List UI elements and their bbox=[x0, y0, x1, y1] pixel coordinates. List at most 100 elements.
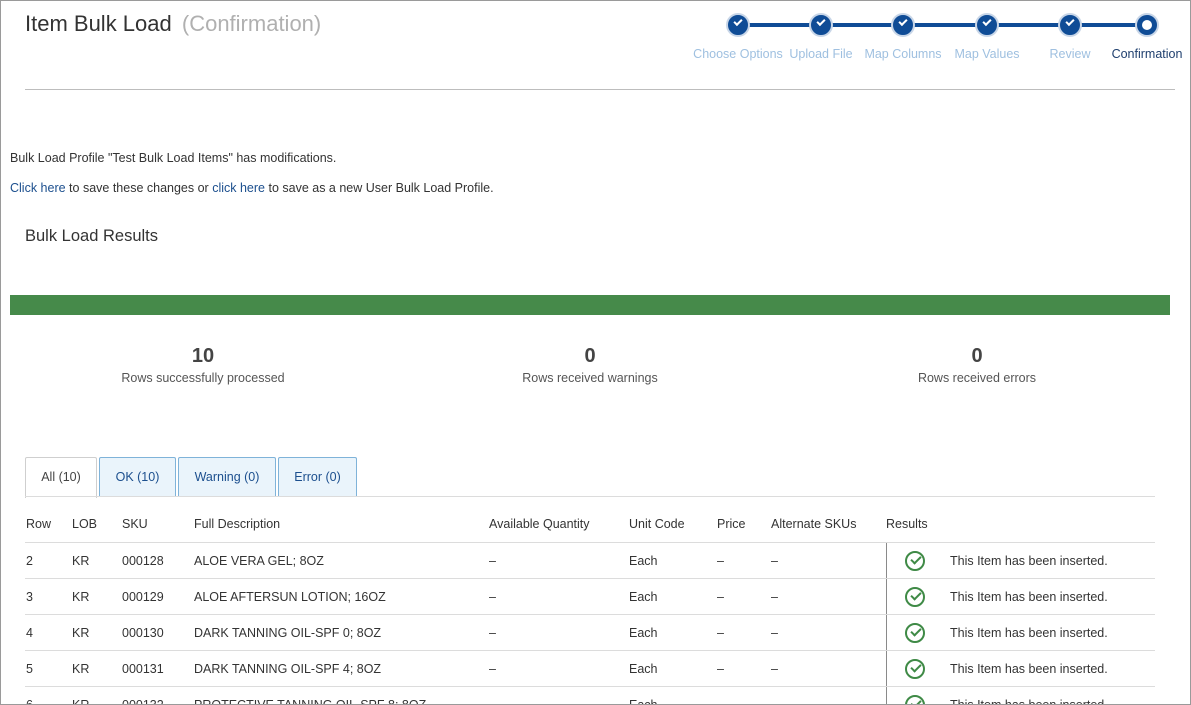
step-check-icon bbox=[975, 13, 999, 37]
cell-result-icon bbox=[886, 651, 941, 686]
column-header-row[interactable]: Row bbox=[26, 509, 51, 542]
step-current-icon bbox=[1135, 13, 1159, 37]
cell-result-icon bbox=[886, 615, 941, 650]
cell-price: – bbox=[717, 590, 724, 604]
cell-sku: 000130 bbox=[122, 626, 164, 640]
cell-alternate-skus: – bbox=[771, 554, 778, 568]
check-circle-icon bbox=[905, 695, 925, 704]
cell-price: – bbox=[717, 698, 724, 705]
cell-unit-code: Each bbox=[629, 698, 658, 705]
column-header-alternate-skus[interactable]: Alternate SKUs bbox=[771, 509, 856, 542]
cell-quantity: – bbox=[489, 662, 496, 676]
save-changes-link[interactable]: Click here bbox=[10, 181, 66, 195]
stat-caption: Rows received errors bbox=[917, 371, 1037, 385]
results-progress-bar bbox=[10, 295, 1170, 315]
progress-fill bbox=[10, 295, 1170, 315]
cell-row: 5 bbox=[26, 662, 33, 676]
cell-row: 3 bbox=[26, 590, 33, 604]
step-check-icon bbox=[809, 13, 833, 37]
cell-result-message: This Item has been inserted. bbox=[950, 662, 1108, 676]
stat-value: 0 bbox=[584, 345, 596, 367]
cell-alternate-skus: – bbox=[771, 698, 778, 705]
step-label: Map Values bbox=[954, 47, 1020, 61]
tabs-baseline bbox=[25, 496, 1155, 497]
save-profile-notice: Click here to save these changes or clic… bbox=[10, 181, 494, 195]
cell-sku: 000128 bbox=[122, 554, 164, 568]
cell-price: – bbox=[717, 626, 724, 640]
column-header-unit-code[interactable]: Unit Code bbox=[629, 509, 685, 542]
cell-description: DARK TANNING OIL-SPF 4; 8OZ bbox=[194, 662, 382, 676]
results-table: Row LOB SKU Full Description Available Q… bbox=[25, 509, 1155, 705]
step-map-values[interactable]: Map Values bbox=[939, 11, 1035, 61]
step-map-columns[interactable]: Map Columns bbox=[855, 11, 951, 61]
cell-description: DARK TANNING OIL-SPF 0; 8OZ bbox=[194, 626, 382, 640]
page-title-subtitle: (Confirmation) bbox=[181, 11, 322, 36]
tab-warning[interactable]: Warning (0) bbox=[178, 457, 276, 497]
page-frame: Item Bulk Load (Confirmation) Choose Opt… bbox=[0, 0, 1191, 705]
cell-quantity: – bbox=[489, 590, 496, 604]
table-row: 2 KR 000128 ALOE VERA GEL; 8OZ – Each – … bbox=[25, 543, 1155, 579]
cell-row: 4 bbox=[26, 626, 33, 640]
step-confirmation: Confirmation bbox=[1099, 11, 1190, 61]
cell-lob: KR bbox=[72, 554, 90, 568]
save-as-new-profile-link[interactable]: click here bbox=[212, 181, 265, 195]
cell-description: ALOE AFTERSUN LOTION; 16OZ bbox=[194, 590, 386, 604]
check-circle-icon bbox=[905, 623, 925, 643]
column-header-available-quantity[interactable]: Available Quantity bbox=[489, 509, 590, 542]
stat-warnings: 0 Rows received warnings bbox=[450, 345, 730, 385]
cell-description: PROTECTIVE TANNING OIL-SPF 8; 8OZ bbox=[194, 698, 427, 705]
tab-ok[interactable]: OK (10) bbox=[99, 457, 176, 497]
cell-unit-code: Each bbox=[629, 662, 658, 676]
profile-modified-notice: Bulk Load Profile "Test Bulk Load Items"… bbox=[10, 151, 337, 165]
stat-caption: Rows received warnings bbox=[522, 371, 658, 385]
cell-price: – bbox=[717, 662, 724, 676]
check-circle-icon bbox=[905, 659, 925, 679]
cell-result-message: This Item has been inserted. bbox=[950, 554, 1108, 568]
table-row: 3 KR 000129 ALOE AFTERSUN LOTION; 16OZ –… bbox=[25, 579, 1155, 615]
cell-alternate-skus: – bbox=[771, 590, 778, 604]
step-label: Map Columns bbox=[864, 47, 942, 61]
stat-caption: Rows successfully processed bbox=[121, 371, 285, 385]
stat-errors: 0 Rows received errors bbox=[837, 345, 1117, 385]
tab-error[interactable]: Error (0) bbox=[278, 457, 357, 497]
cell-result-message: This Item has been inserted. bbox=[950, 698, 1108, 705]
page-title-main: Item Bulk Load bbox=[25, 11, 172, 36]
cell-quantity: – bbox=[489, 698, 496, 705]
page-title: Item Bulk Load (Confirmation) bbox=[25, 11, 321, 37]
cell-lob: KR bbox=[72, 662, 90, 676]
cell-unit-code: Each bbox=[629, 554, 658, 568]
tab-all[interactable]: All (10) bbox=[25, 457, 97, 498]
wizard-stepper: Choose Options Upload File Map Columns M… bbox=[690, 11, 1190, 63]
cell-result-message: This Item has been inserted. bbox=[950, 626, 1108, 640]
cell-quantity: – bbox=[489, 554, 496, 568]
step-check-icon bbox=[726, 13, 750, 37]
cell-row: 2 bbox=[26, 554, 33, 568]
table-row: 5 KR 000131 DARK TANNING OIL-SPF 4; 8OZ … bbox=[25, 651, 1155, 687]
table-row: 4 KR 000130 DARK TANNING OIL-SPF 0; 8OZ … bbox=[25, 615, 1155, 651]
notice-text: to save as a new User Bulk Load Profile. bbox=[265, 181, 494, 195]
cell-row: 6 bbox=[26, 698, 33, 705]
column-header-results[interactable]: Results bbox=[886, 509, 928, 542]
cell-lob: KR bbox=[72, 590, 90, 604]
column-header-sku[interactable]: SKU bbox=[122, 509, 148, 542]
cell-description: ALOE VERA GEL; 8OZ bbox=[194, 554, 324, 568]
header-divider bbox=[25, 89, 1175, 90]
cell-sku: 000132 bbox=[122, 698, 164, 705]
step-label: Choose Options bbox=[693, 47, 783, 61]
check-circle-icon bbox=[905, 551, 925, 571]
results-title: Bulk Load Results bbox=[25, 227, 158, 245]
column-header-lob[interactable]: LOB bbox=[72, 509, 97, 542]
column-header-price[interactable]: Price bbox=[717, 509, 745, 542]
cell-result-icon bbox=[886, 687, 941, 704]
stat-value: 0 bbox=[971, 345, 983, 367]
step-check-icon bbox=[891, 13, 915, 37]
cell-result-icon bbox=[886, 543, 941, 578]
cell-lob: KR bbox=[72, 626, 90, 640]
cell-quantity: – bbox=[489, 626, 496, 640]
step-choose-options[interactable]: Choose Options bbox=[690, 11, 786, 61]
stat-processed: 10 Rows successfully processed bbox=[63, 345, 343, 385]
cell-alternate-skus: – bbox=[771, 662, 778, 676]
column-header-description[interactable]: Full Description bbox=[194, 509, 280, 542]
cell-lob: KR bbox=[72, 698, 90, 705]
cell-alternate-skus: – bbox=[771, 626, 778, 640]
